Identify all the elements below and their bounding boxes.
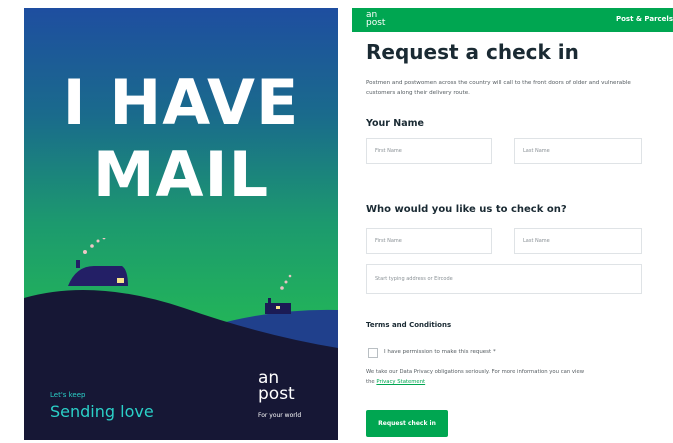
recipient-first-name-input[interactable] xyxy=(366,228,492,254)
privacy-link-prefix: the xyxy=(366,379,375,385)
smoke-puff xyxy=(102,238,106,240)
privacy-statement-link[interactable]: Privacy Statement xyxy=(376,379,425,385)
nav-link-post-parcels[interactable]: Post & Parcels xyxy=(616,15,673,23)
header-logo[interactable]: an post xyxy=(366,11,386,28)
privacy-notice: We take our Data Privacy obligations ser… xyxy=(366,367,661,387)
smoke-puff xyxy=(83,250,87,254)
terms-heading: Terms and Conditions xyxy=(366,321,452,329)
request-check-in-button[interactable]: Request check in xyxy=(366,410,448,437)
check-on-heading: Who would you like us to check on? xyxy=(366,204,567,215)
poster: I HAVE MAIL Let's keep Sending love an p… xyxy=(24,8,338,440)
poster-tagline: Sending love xyxy=(50,402,154,421)
cottage-icon xyxy=(68,260,128,286)
permission-checkbox-label[interactable]: I have permission to make this request * xyxy=(384,349,496,355)
check-in-form-page: an post Post & Parcels Request a check i… xyxy=(352,8,673,443)
distant-cottage-icon xyxy=(265,298,291,314)
page-title: Request a check in xyxy=(366,40,579,64)
smoke-puff xyxy=(90,244,94,248)
smoke-puff xyxy=(280,286,284,290)
poster-tagline-small: Let's keep xyxy=(50,391,86,399)
your-name-heading: Your Name xyxy=(366,118,424,129)
privacy-text: We take our Data Privacy obligations ser… xyxy=(366,369,585,375)
intro-text: Postmen and postwomen across the country… xyxy=(366,80,631,96)
logo-word-post: post xyxy=(366,18,386,28)
an-post-logo: an post xyxy=(258,370,295,404)
poster-headline-line2: MAIL xyxy=(92,138,270,211)
your-first-name-input[interactable] xyxy=(366,138,492,164)
logo-tagline: For your world xyxy=(258,412,302,419)
poster-headline-line1: I HAVE xyxy=(62,66,300,139)
permission-checkbox[interactable] xyxy=(368,348,378,358)
smoke-puff xyxy=(288,274,292,278)
address-input[interactable] xyxy=(366,264,642,294)
recipient-last-name-input[interactable] xyxy=(514,228,642,254)
smoke-puff xyxy=(96,239,100,243)
site-header: an post Post & Parcels xyxy=(352,8,673,32)
logo-word-post: post xyxy=(258,384,295,404)
smoke-puff xyxy=(284,280,288,284)
your-last-name-input[interactable] xyxy=(514,138,642,164)
